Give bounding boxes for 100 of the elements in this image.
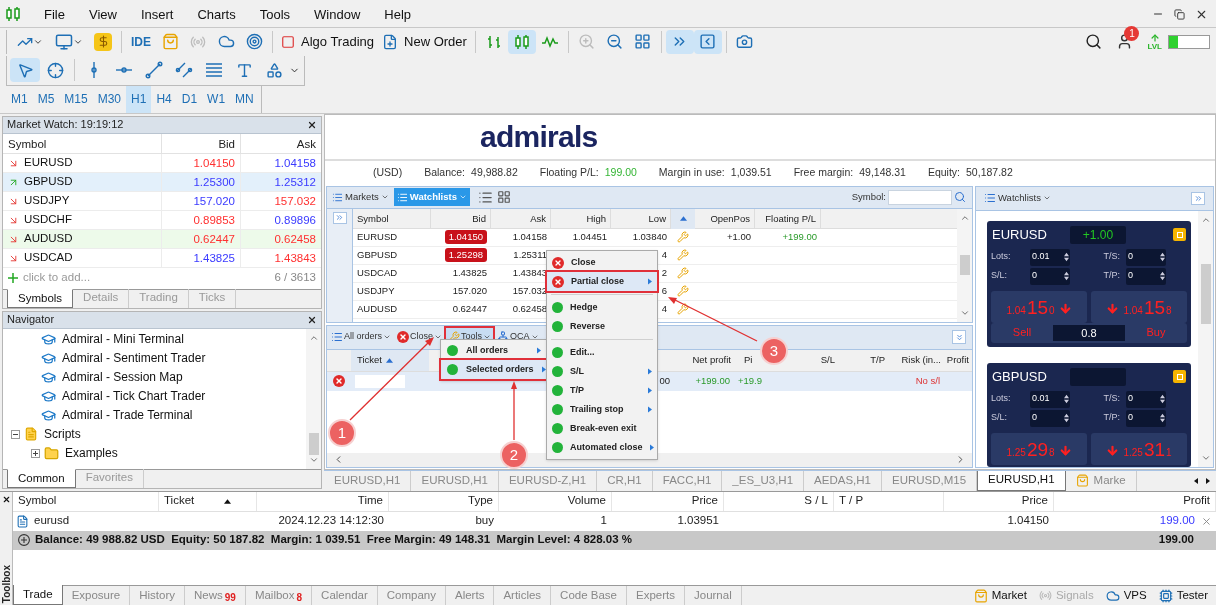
spin-field[interactable]: 0.01 [1030,248,1070,266]
service-button[interactable]: Market [973,586,1027,605]
wrench-icon[interactable] [677,267,689,280]
column-header[interactable]: T / P [839,492,864,510]
menu-item[interactable]: View [76,4,129,25]
tree-item[interactable]: Admiral - Tick Chart Trader [62,387,206,406]
spin-field[interactable]: 0 [1126,267,1166,285]
column-header[interactable]: S/L [820,352,835,368]
menu-item[interactable]: T/P [547,381,657,400]
menu-item[interactable]: S/L [547,362,657,381]
menu-item[interactable]: Close [547,253,657,272]
scrollbar-thumb[interactable] [959,255,970,276]
chart-shift-button[interactable] [693,29,722,54]
spin-field[interactable]: 0 [1030,409,1070,427]
scrollbar-thumb[interactable] [1200,263,1211,324]
column-header[interactable]: Price [1021,492,1048,510]
list-view-icon[interactable] [477,189,493,205]
column-header[interactable]: Price [691,492,718,510]
panel-tab[interactable]: Symbols [7,288,74,308]
collapse-icon[interactable] [11,429,20,439]
column-header[interactable]: High [586,208,606,229]
spinner-icon[interactable] [1160,413,1165,424]
close-order-icon[interactable] [333,375,345,388]
service-button[interactable]: VPS [1105,586,1147,605]
expand-card-icon[interactable] [1173,370,1186,384]
column-header[interactable]: Floating P/L [765,208,816,229]
spin-field[interactable]: 0 [1126,409,1166,427]
scroll-right-icon[interactable] [1206,477,1210,484]
menu-item[interactable]: File [32,4,77,25]
cursor-button[interactable] [10,58,40,83]
toolbox-tab[interactable]: Trade [13,585,63,605]
scrollbar[interactable] [957,208,972,322]
spinner-icon[interactable] [1160,394,1165,405]
column-header[interactable]: OpenPos [710,208,750,229]
panel-tab[interactable]: Common [7,468,76,488]
scrollbar[interactable] [1198,210,1213,467]
column-header[interactable]: Ticket [164,492,232,510]
expand-panel-button[interactable] [332,211,347,224]
menu-item[interactable]: Help [372,4,424,25]
spinner-icon[interactable] [1064,394,1069,405]
wrench-icon[interactable] [677,231,689,244]
column-header[interactable]: Volume [567,492,606,510]
close-icon[interactable] [307,119,317,130]
column-header[interactable]: Net profit [692,352,731,368]
ide-button[interactable]: IDE [126,29,156,54]
tree-item[interactable]: Examples [65,444,118,463]
expand-card-icon[interactable] [1173,228,1186,242]
column-header[interactable]: Symbol [3,133,161,154]
wrench-icon[interactable] [677,285,689,298]
menu-item[interactable]: Charts [185,4,248,25]
scrollbar-thumb[interactable] [308,432,319,455]
column-header[interactable]: Risk (in... [901,352,941,368]
spinner-icon[interactable] [1160,252,1165,263]
scroll-left-icon[interactable] [1194,477,1198,484]
menu-item[interactable]: Tools [247,4,303,25]
column-header[interactable]: T/P [870,352,885,368]
column-header[interactable]: Bid [161,133,240,154]
tree-item[interactable]: Admiral - Mini Terminal [62,330,184,349]
timeframe-button[interactable]: M5 [32,85,60,113]
spinner-icon[interactable] [1064,271,1069,282]
menu-item[interactable]: Window [302,4,373,25]
spin-field[interactable]: 0 [1126,390,1166,408]
menu-item[interactable]: Insert [128,4,186,25]
column-header[interactable]: Bid [472,208,486,229]
spin-field[interactable]: 0.01 [1030,390,1070,408]
timeframe-button[interactable]: M15 [59,85,93,113]
column-header[interactable]: Pi [744,352,753,368]
tree-item[interactable]: Admiral - Session Map [62,368,183,387]
tree-item[interactable]: Admiral - Trade Terminal [62,406,193,425]
timeframe-button[interactable]: D1 [176,85,203,113]
close-icon[interactable] [1,494,11,504]
collapse-panel-button[interactable] [952,330,966,345]
expand-icon[interactable] [31,448,40,458]
timeframe-button[interactable]: H4 [151,85,177,113]
column-header[interactable]: Profit [946,352,969,368]
menu-item[interactable]: Edit... [547,343,657,362]
timeframe-button[interactable]: M1 [6,85,33,113]
symbol-search-field[interactable] [888,189,952,205]
wrench-icon[interactable] [677,249,689,262]
timeframe-button[interactable]: M30 [92,85,127,113]
menu-item[interactable]: Partial close [547,272,657,291]
service-button[interactable]: Tester [1158,586,1208,605]
column-header[interactable]: S / L [804,492,828,510]
timeframe-button[interactable]: H1 [126,85,152,113]
column-header[interactable]: Time [357,492,383,510]
spinner-icon[interactable] [1160,271,1165,282]
scrollbar[interactable] [306,328,321,469]
menu-item[interactable]: Selected orders [441,360,547,379]
menu-item[interactable]: Hedge [547,298,657,317]
column-header[interactable]: Profit [1183,492,1210,510]
new-order-button[interactable]: New Order [378,29,471,54]
up-arrow-icon[interactable] [1149,32,1160,43]
column-header[interactable]: Ask [240,133,321,154]
spinner-icon[interactable] [1064,252,1069,263]
column-header[interactable]: Type [468,492,493,510]
algo-trading-button[interactable]: Algo Trading [277,29,378,54]
ticket-field[interactable] [355,374,405,388]
close-icon[interactable] [307,314,317,325]
timeframe-button[interactable]: MN [230,85,259,113]
search-icon[interactable] [1085,33,1103,51]
